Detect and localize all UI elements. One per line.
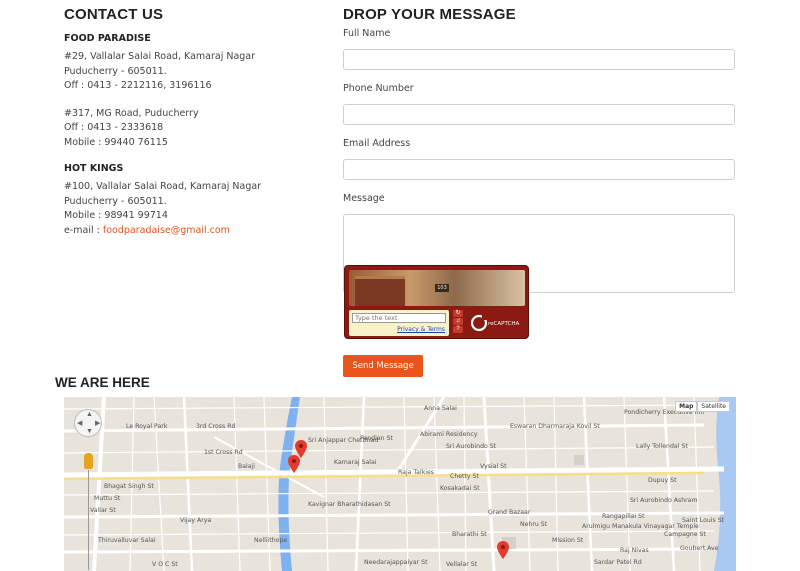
map-label: Mission St [552,537,584,544]
map-type-map-button[interactable]: Map [675,401,698,412]
map-label: Arulmigu Manakula Vinayagar Temple [582,523,699,530]
map-section-title: WE ARE HERE [55,375,150,390]
mobile-line: Mobile : 98941 99714 [64,210,168,221]
map-label: Le Royal Park [126,423,168,430]
message-label: Message [343,193,385,204]
help-icon[interactable]: ? [453,326,463,333]
map-label: Vysial St [480,463,507,470]
contact-column: CONTACT US FOOD PARADISE #29, Vallalar S… [64,6,324,238]
business-name-hot-kings: HOT KINGS [64,163,124,174]
recaptcha-logo-text: reCAPTCHA [488,321,519,327]
zoom-slider[interactable] [88,470,89,570]
address-line: #100, Vallalar Salai Road, Kamaraj Nagar [64,181,262,192]
map-label: Bharathi St [452,531,487,538]
map-label: Vijay Arya [180,517,212,524]
map-label: Sri Aurobindo Ashram [630,497,698,504]
email-link[interactable]: foodparadaise@gmail.com [103,225,230,236]
map-label: Dupuy St [648,477,677,484]
map-pin-icon[interactable] [288,455,300,473]
map-label: Sardar Patel Rd [594,559,642,566]
map-label: Goubert Ave [680,545,719,552]
map-label: Thiruvalluvar Salai [98,537,156,544]
captcha-image: 103 [349,270,525,306]
full-name-label: Full Name [343,28,391,39]
map-label: Chetty St [450,473,479,480]
map-label: Grand Bazaar [488,509,531,516]
contact-form: DROP YOUR MESSAGE Full Name Phone Number… [343,6,736,293]
map-label: Abirami Residency [420,431,478,438]
map-label: Sri Aurobindo St [446,443,497,450]
captcha-input[interactable] [352,313,446,323]
audio-icon[interactable]: ♫ [453,318,463,325]
captcha-controls: ↻ ♫ ? [453,310,465,336]
map-label: Raj Nivas [620,547,649,554]
map-label: Lally Tollendal St [636,443,688,450]
map-type-satellite-button[interactable]: Satellite [697,401,730,412]
pegman-icon[interactable] [84,453,93,469]
full-name-field[interactable] [343,49,735,70]
map-type-control: Map Satellite [675,401,730,412]
google-map[interactable]: Le Royal Park 3rd Cross Rd 1st Cross Rd … [64,397,736,571]
send-message-button[interactable]: Send Message [343,355,423,377]
phone-line: Off : 0413 - 2212116, 3196116 [64,80,212,91]
map-label: V O C St [152,561,178,568]
map-label: Raja Talkies [398,469,435,476]
business-name-food-paradise: FOOD PARADISE [64,33,151,44]
map-label: Nelliithope [254,537,288,544]
address-block: #29, Vallalar Salai Road, Kamaraj Nagar … [64,50,324,94]
phone-field[interactable] [343,104,735,125]
map-label: Rangapillai St [602,513,645,520]
refresh-icon[interactable]: ↻ [453,310,463,317]
pan-right-icon[interactable]: ▶ [95,419,100,427]
captcha-number: 103 [435,284,449,292]
address-line: Puducherry - 605011. [64,195,167,207]
email-field[interactable] [343,159,735,180]
map-label: Kavignar Bharathidasan St [308,501,391,508]
address-line: Puducherry - 605011. [64,65,167,77]
email-line: e-mail : foodparadaise@gmail.com [64,224,230,236]
map-label: Nehru St [520,521,548,528]
map-label: Campagne St [664,531,706,538]
captcha-door [355,276,405,306]
map-label: Kamaraj Salai [334,459,377,466]
map-pin-icon[interactable] [497,541,509,559]
captcha-entry: Privacy & Terms [349,310,449,336]
map-label: Anna Salai [424,405,457,412]
map-label: Pandian St [360,435,393,442]
map-label: 1st Cross Rd [204,449,243,456]
pan-up-icon[interactable]: ▲ [86,411,93,418]
phone-label: Phone Number [343,83,414,94]
pan-down-icon[interactable]: ▼ [86,428,93,435]
pan-left-icon[interactable]: ◀ [77,419,82,427]
recaptcha-logo-icon: reCAPTCHA [471,314,519,332]
map-label: Needarajappaiyar St [364,559,428,566]
map-label: Kosakadai St [440,485,480,492]
map-label: Vellalar St [446,561,478,568]
address-line: #317, MG Road, Puducherry [64,107,199,119]
map-label: Balaji [238,463,255,470]
mobile-line: Mobile : 99440 76115 [64,136,168,148]
email-label: Email Address [343,138,411,149]
pan-control[interactable]: ▲ ▼ ◀ ▶ [74,409,102,437]
address-block: #317, MG Road, Puducherry Off : 0413 - 2… [64,107,324,151]
map-label: Bhagat Singh St [104,483,154,490]
map-label: Vallar St [90,507,116,514]
map-label: Saint Louis St [682,517,725,524]
phone-line: Off : 0413 - 2333618 [64,122,164,133]
captcha-widget: 103 Privacy & Terms ↻ ♫ ? reCAPTCHA [344,265,529,339]
address-line: #29, Vallalar Salai Road, Kamaraj Nagar [64,51,256,62]
map-label: 3rd Cross Rd [196,423,236,430]
contact-title: CONTACT US [64,6,164,23]
address-block: #100, Vallalar Salai Road, Kamaraj Nagar… [64,180,324,238]
form-title: DROP YOUR MESSAGE [343,6,516,23]
captcha-privacy-link[interactable]: Privacy & Terms [397,326,445,333]
map-label: Eswaran Dharmaraja Kovil St [510,423,600,430]
map-label: Muttu St [94,495,121,502]
